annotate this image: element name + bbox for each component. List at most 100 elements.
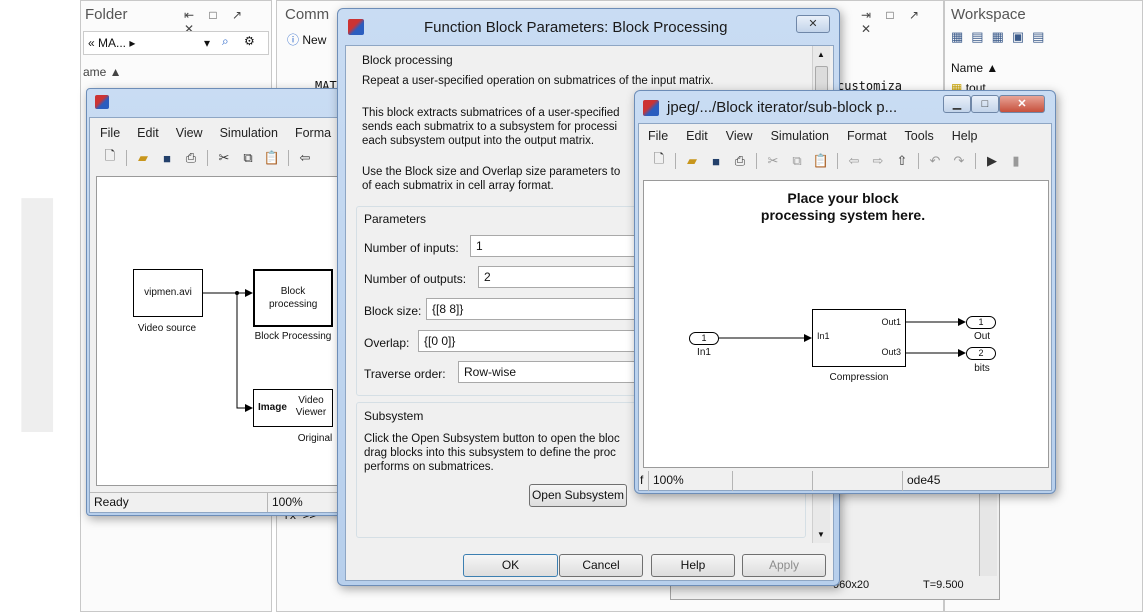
menu-simulation[interactable]: Simulation	[220, 126, 278, 140]
menu-edit[interactable]: Edit	[137, 126, 159, 140]
section-block-processing: Block processing	[362, 53, 453, 67]
menu-view[interactable]: View	[176, 126, 203, 140]
folder-path[interactable]: « MA... ▸	[88, 36, 135, 50]
simulink-logo-icon	[95, 95, 109, 109]
description-line-5: Use the Block size and Overlap size para…	[362, 166, 621, 178]
model-window: File Edit View Simulation Forma 🗋 ▰ ■ ⎙ …	[86, 88, 374, 516]
bg-scrollbar[interactable]	[979, 481, 997, 576]
subblock-app-icon	[643, 100, 659, 116]
search-icon[interactable]: ⌕	[222, 34, 229, 49]
description-line-3: sends each submatrix to a subsystem for …	[362, 121, 618, 133]
dialog-close-button[interactable]: ✕	[796, 15, 830, 33]
subblock-menubar: File Edit View Simulation Format Tools H…	[648, 129, 977, 143]
traverse-label: Traverse order:	[364, 367, 446, 381]
print-icon[interactable]: ⎙	[183, 150, 199, 166]
workspace-pane-title: Workspace	[951, 6, 1026, 23]
inputs-label: Number of inputs:	[364, 241, 459, 255]
command-pane-title: Comm	[285, 6, 330, 23]
save-icon[interactable]: ■	[159, 150, 175, 166]
save-icon[interactable]: ■	[708, 153, 724, 169]
command-new-link[interactable]: ⓘ New	[287, 31, 326, 48]
scroll-down-icon[interactable]: ▼	[817, 530, 825, 539]
outputs-label: Number of outputs:	[364, 272, 467, 286]
paste-icon[interactable]: 📋	[264, 150, 280, 166]
apply-button[interactable]: Apply	[742, 554, 826, 577]
model-toolbar: 🗋 ▰ ■ ⎙ ✂ ⧉ 📋 ⇦	[102, 148, 313, 166]
subblock-toolbar: 🗋 ▰ ■ ⎙ ✂ ⧉ 📋 ⇦ ⇨ ⇧ ↶ ↷ ▶ ▮	[651, 151, 1024, 169]
maximize-button[interactable]: □	[971, 95, 999, 113]
description-line-1: Repeat a user-specified operation on sub…	[362, 75, 714, 87]
blocksize-label: Block size:	[364, 304, 422, 318]
back-icon[interactable]: ⇦	[846, 153, 862, 169]
menu-help[interactable]: Help	[952, 129, 978, 143]
undo-icon[interactable]: ↶	[927, 153, 943, 169]
open-subsystem-button[interactable]: Open Subsystem	[529, 484, 627, 507]
model-menubar: File Edit View Simulation Forma	[100, 126, 331, 140]
redo-icon[interactable]: ↷	[951, 153, 967, 169]
scroll-up-icon[interactable]: ▲	[817, 50, 825, 59]
status-ready: Ready	[90, 493, 268, 512]
dialog-title: Function Block Parameters: Block Process…	[424, 19, 728, 36]
folder-name-column[interactable]: ame ▲	[83, 65, 122, 79]
open-folder-icon[interactable]: ▰	[135, 150, 151, 166]
subsystem-line-2: drag blocks into this subsystem to defin…	[364, 447, 616, 459]
run-icon[interactable]: ▶	[984, 153, 1000, 169]
description-line-6: of each submatrix in cell array format.	[362, 180, 554, 192]
print-icon[interactable]: ⎙	[732, 153, 748, 169]
status-solver: ode45	[907, 473, 941, 487]
forward-icon[interactable]: ⇨	[870, 153, 886, 169]
cut-icon[interactable]: ✂	[216, 150, 232, 166]
copy-icon[interactable]: ⧉	[240, 150, 256, 166]
cancel-button[interactable]: Cancel	[559, 554, 643, 577]
menu-file[interactable]: File	[648, 129, 668, 143]
help-button[interactable]: Help	[651, 554, 735, 577]
cut-icon[interactable]: ✂	[765, 153, 781, 169]
description-line-4: each subsystem output into the output ma…	[362, 135, 595, 147]
up-icon[interactable]: ⇧	[894, 153, 910, 169]
paste-icon[interactable]: 📋	[813, 153, 829, 169]
open-folder-icon[interactable]: ▰	[684, 153, 700, 169]
gear-icon[interactable]: ⚙	[244, 34, 255, 48]
description-line-2: This block extracts submatrices of a use…	[362, 107, 620, 119]
status-zoom: 100%	[649, 471, 733, 491]
status-empty-1	[733, 471, 813, 491]
minimize-button[interactable]: ▁	[943, 95, 971, 113]
parameters-title: Parameters	[364, 212, 427, 226]
new-file-icon[interactable]: 🗋	[102, 148, 118, 166]
workspace-name-column[interactable]: Name ▲	[951, 61, 998, 75]
status-zoom: 100%	[268, 493, 348, 512]
model-signal-lines	[203, 289, 253, 412]
ok-button[interactable]: OK	[463, 554, 558, 577]
new-file-icon[interactable]: 🗋	[651, 151, 667, 169]
copy-icon[interactable]: ⧉	[789, 153, 805, 169]
menu-format[interactable]: Forma	[295, 126, 331, 140]
menu-view[interactable]: View	[726, 129, 753, 143]
menu-format[interactable]: Format	[847, 129, 887, 143]
subsystem-title: Subsystem	[364, 409, 424, 423]
menu-file[interactable]: File	[100, 126, 120, 140]
menu-simulation[interactable]: Simulation	[771, 129, 829, 143]
subblock-window: jpeg/.../Block iterator/sub-block p... ▁…	[634, 90, 1056, 494]
bg-status-time: T=9.500	[923, 579, 964, 591]
info-icon: ⓘ	[287, 33, 300, 47]
dropdown-arrow-icon[interactable]: ▾	[204, 36, 210, 50]
subblock-signal-lines	[719, 318, 966, 357]
status-empty-2	[813, 471, 903, 491]
command-pane-controls[interactable]: ⇥ □ ↗ ✕	[861, 8, 943, 36]
workspace-toolbar[interactable]: ▦▤▦▣▤	[951, 29, 1052, 45]
overlap-label: Overlap:	[364, 336, 410, 350]
status-prefix: f	[639, 471, 649, 491]
folder-pane-title: Folder	[85, 6, 128, 23]
menu-edit[interactable]: Edit	[686, 129, 708, 143]
subblock-title: jpeg/.../Block iterator/sub-block p...	[667, 99, 898, 116]
close-button[interactable]: ✕	[999, 95, 1045, 113]
model-canvas[interactable]: vipmen.avi Video source Block processing…	[96, 176, 366, 486]
back-arrow-icon[interactable]: ⇦	[297, 150, 313, 166]
menu-tools[interactable]: Tools	[905, 129, 934, 143]
subsystem-line-1: Click the Open Subsystem button to open …	[364, 433, 620, 445]
model-statusbar: Ready 100%	[90, 492, 372, 512]
stop-icon[interactable]: ▮	[1008, 153, 1024, 169]
subblock-canvas[interactable]: Place your block processing system here.…	[643, 180, 1049, 468]
folder-path-bar[interactable]: « MA... ▸ ▾ ⌕ ⚙	[83, 31, 269, 55]
subblock-statusbar: f 100% ode45	[639, 471, 1053, 491]
